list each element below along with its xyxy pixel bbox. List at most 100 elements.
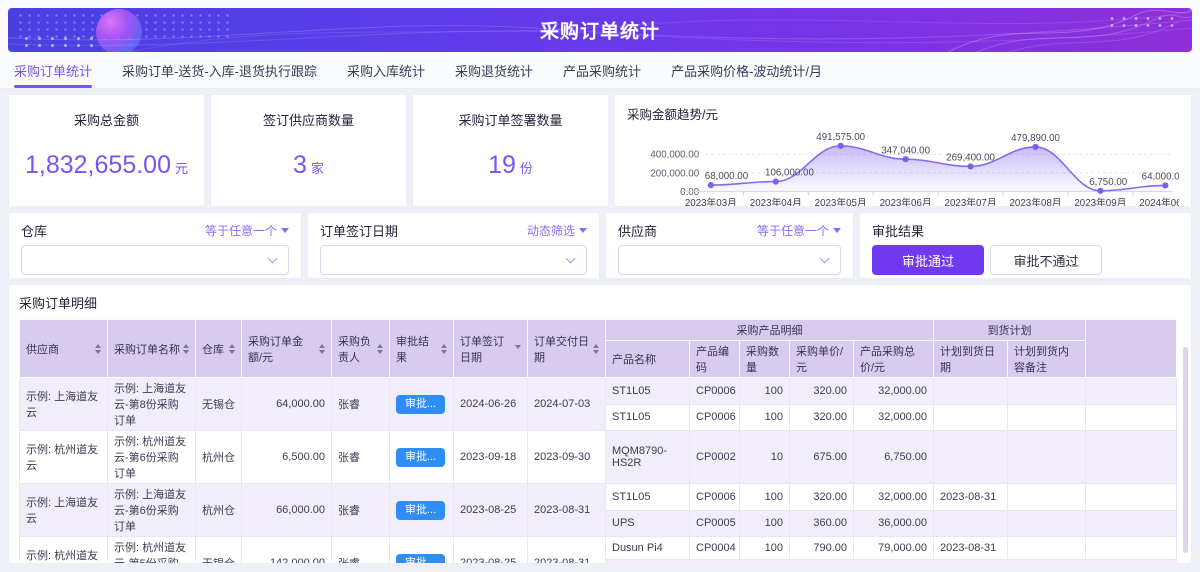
sign-date-select[interactable] [320, 245, 587, 275]
approval-status-button[interactable]: 审批... [396, 500, 446, 520]
cell-product-code: CP0005 [689, 509, 740, 537]
trend-chart-container: 0.00 200,000.00 400,000.00 68,000.00 2023年03… [627, 124, 1191, 207]
cell-warehouse: 杭州仓 [195, 483, 242, 537]
top-section: 采购订单统计 采购订单统计 采购订单-送货-入库-退货执行跟踪 采购入库统计 采购退货… [0, 0, 1200, 89]
tab-2[interactable]: 采购入库统计 [347, 52, 425, 88]
stat-card-order-count: 采购订单签署数量 19 份 [412, 94, 609, 207]
chart-title: 采购金额趋势/元 [627, 108, 718, 122]
column-header[interactable]: 审批结果 [389, 319, 454, 378]
tab-1[interactable]: 采购订单-送货-入库-退货执行跟踪 [122, 52, 317, 88]
stat-card-total-amount: 采购总金额 1,832,655.00 元 [8, 94, 205, 207]
column-header[interactable]: 采购订单金额/元 [241, 319, 332, 378]
column-group-header: 采购产品明细 [604, 319, 935, 341]
cell-unit-price: 320.00 [789, 483, 854, 511]
column-header[interactable]: 供应商 [19, 319, 108, 378]
cell-warehouse: 无锡仓 [195, 536, 242, 563]
warehouse-select[interactable] [21, 245, 289, 275]
column-header: 采购数量 [739, 340, 790, 378]
data-point [837, 142, 844, 149]
cell-product-code: CP0006 [689, 403, 740, 431]
page-header-banner: 采购订单统计 [8, 8, 1192, 52]
approval-pass-button[interactable]: 审批通过 [872, 245, 984, 275]
filter-condition-dropdown[interactable]: 动态筛选 [527, 222, 587, 239]
cell-plan-arrival-note [1007, 403, 1087, 431]
cell-plan-arrival-note [1007, 483, 1087, 511]
column-group-header: 到货计划 [933, 319, 1087, 341]
cell-product-code: CP0002 [689, 430, 740, 484]
column-header[interactable]: 仓库 [195, 319, 242, 378]
cell-product-code: CP0002 [689, 559, 740, 563]
cell-qty: 10 [739, 430, 790, 484]
svg-text:6,750.00: 6,750.00 [1089, 177, 1128, 188]
chevron-down-icon [819, 253, 830, 264]
filters-row: 仓库 等于任意一个 订单签订日期 动态筛选 供应商 等于任意一个 审批结果 审批… [8, 212, 1192, 279]
column-header: 产品采购总价/元 [852, 340, 935, 378]
svg-text:2023年03月: 2023年03月 [685, 196, 737, 207]
table-row: 示例: 杭州道友云 示例: 杭州道友云-第6份采购订单 杭州仓 6,500.00 张睿审… [19, 430, 1177, 484]
filter-condition-dropdown[interactable]: 等于任意一个 [757, 222, 841, 239]
approval-status-button[interactable]: 审批... [396, 394, 446, 414]
column-header[interactable]: 订单签订日期 [453, 319, 528, 378]
svg-text:2023年07月: 2023年07月 [945, 196, 997, 207]
svg-text:2023年04月: 2023年04月 [750, 196, 802, 207]
stat-value: 19 份 [413, 151, 608, 180]
svg-text:200,000.00: 200,000.00 [650, 168, 699, 179]
sort-icon [319, 341, 325, 357]
svg-text:68,000.00: 68,000.00 [705, 171, 749, 182]
svg-text:0.00: 0.00 [680, 187, 700, 198]
filter-order-sign-date: 订单签订日期 动态筛选 [307, 212, 600, 279]
cell-product-name: MQM8790-HS2R [605, 559, 690, 563]
order-detail-panel: 采购订单明细 供应商 采购订单名称 仓库 采购订单金额/元 采购负责人 审批结果 订单签订日… [8, 284, 1192, 564]
approval-fail-button[interactable]: 审批不通过 [990, 245, 1102, 275]
cell-unit-price: 360.00 [789, 509, 854, 537]
table-scrollbar[interactable] [1183, 347, 1188, 553]
svg-text:479,890.00: 479,890.00 [1011, 133, 1060, 144]
data-point [1097, 187, 1104, 194]
tab-4[interactable]: 产品采购统计 [563, 52, 641, 88]
tab-5[interactable]: 产品采购价格-波动统计/月 [671, 52, 822, 88]
cell-qty: 100 [739, 535, 790, 561]
tab-3[interactable]: 采购退货统计 [455, 52, 533, 88]
column-header[interactable]: 采购订单名称 [107, 319, 196, 378]
svg-text:2023年05月: 2023年05月 [815, 196, 867, 207]
stat-label: 采购订单签署数量 [458, 113, 563, 128]
column-header[interactable]: 订单交付日期 [527, 319, 606, 378]
filter-label: 订单签订日期 [320, 223, 399, 239]
cell-approval: 审批... [389, 536, 454, 563]
filter-label: 供应商 [618, 223, 658, 239]
svg-text:2024年06月: 2024年06月 [1139, 196, 1179, 207]
approval-status-button[interactable]: 审批... [396, 553, 446, 563]
cell-order-name: 示例: 杭州道友云-第5份采购订单 [107, 536, 196, 563]
cell-total-price: 36,000.00 [852, 509, 935, 537]
cell-unit-price: 675.00 [789, 559, 854, 563]
data-point [902, 156, 909, 163]
stat-unit: 家 [310, 161, 324, 176]
cell-sign-date: 2023-08-25 [453, 483, 528, 537]
stat-unit: 元 [174, 161, 188, 176]
main-content: 采购总金额 1,832,655.00 元 签订供应商数量 3家 采购订单签署数量 … [0, 89, 1200, 572]
data-point [772, 178, 779, 185]
cell-empty [1085, 483, 1177, 511]
sort-icon [593, 341, 599, 357]
table-row: 示例: 上海道友云 示例: 上海道友云-第8份采购订单 无锡仓 64,000.00 张睿… [19, 377, 1177, 431]
chevron-down-icon [267, 253, 278, 264]
cell-plan-arrival-date [933, 403, 1009, 431]
cell-total-price: 32,000.00 [852, 377, 935, 405]
approval-status-button[interactable]: 审批... [396, 447, 446, 467]
tab-0[interactable]: 采购订单统计 [14, 52, 93, 88]
column-header: 计划到货内容备注 [1007, 340, 1087, 378]
cell-empty [1085, 403, 1177, 431]
supplier-select[interactable] [618, 245, 841, 275]
filter-condition-dropdown[interactable]: 等于任意一个 [205, 222, 289, 239]
column-header[interactable]: 采购负责人 [331, 319, 390, 378]
filter-label: 审批结果 [872, 223, 925, 239]
cell-unit-price: 320.00 [789, 403, 854, 431]
stat-number: 1,832,655.00 [25, 151, 171, 179]
cell-order-name: 示例: 杭州道友云-第6份采购订单 [107, 430, 196, 484]
filter-warehouse: 仓库 等于任意一个 [8, 212, 302, 279]
filter-approval-result: 审批结果 审批通过 审批不通过 [859, 212, 1192, 279]
cell-qty: 100 [739, 509, 790, 537]
stat-value: 1,832,655.00 元 [9, 151, 204, 180]
cell-total-price: 6,750.00 [852, 430, 935, 484]
cell-total-price: 79,000.00 [852, 535, 935, 561]
